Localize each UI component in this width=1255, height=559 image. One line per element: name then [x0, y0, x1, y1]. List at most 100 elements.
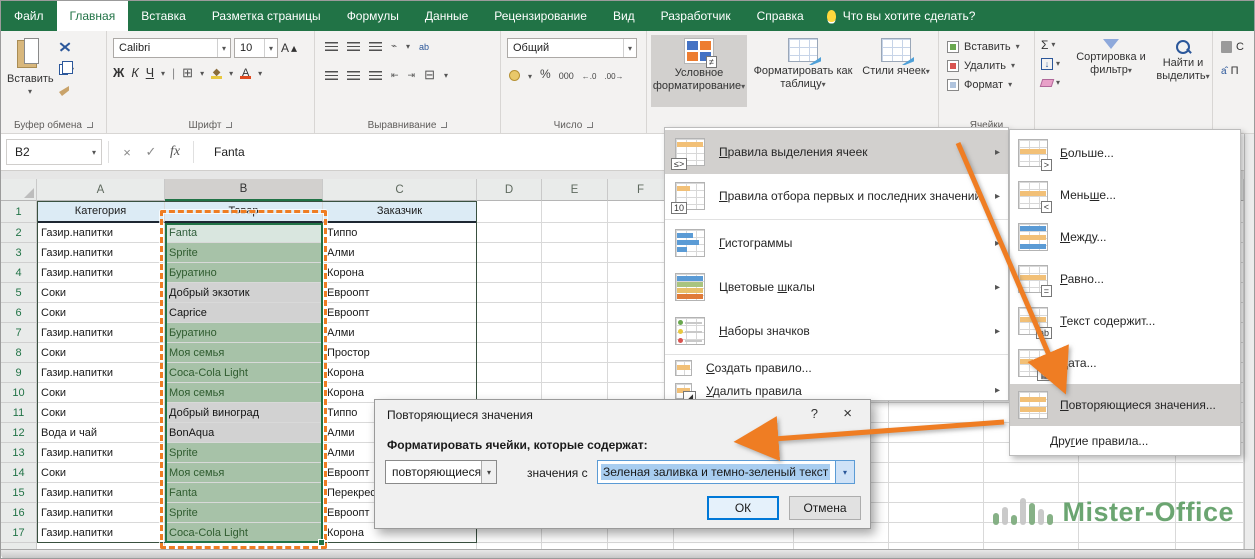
cell-C8[interactable]: Простор [323, 343, 477, 363]
tab-Разметка страницы[interactable]: Разметка страницы [199, 1, 334, 31]
row-header-17[interactable]: 17 [1, 523, 37, 543]
submenu-item[interactable]: Повторяющиеся значения... [1010, 384, 1240, 426]
cell[interactable] [477, 363, 542, 383]
cell[interactable] [889, 503, 984, 523]
enter-entry-button[interactable]: ✓ [139, 144, 163, 160]
cell[interactable] [889, 483, 984, 503]
submenu-item[interactable]: Другие правила... [1010, 426, 1240, 455]
cell[interactable] [477, 263, 542, 283]
cell-B12[interactable]: BonAqua [165, 423, 323, 443]
row-header-12[interactable]: 12 [1, 423, 37, 443]
submenu-item[interactable]: >Больше... [1010, 132, 1240, 174]
cell-A3[interactable]: Газир.напитки [37, 243, 165, 263]
cell-B13[interactable]: Sprite [165, 443, 323, 463]
autosum-button[interactable]: Σ▾ [1041, 37, 1060, 52]
column-header-A[interactable]: A [37, 179, 165, 201]
tab-Данные[interactable]: Данные [412, 1, 481, 31]
font-size-combo[interactable]: 10▾ [234, 38, 278, 58]
submenu-item[interactable]: ▦Дата... [1010, 342, 1240, 384]
cell-header-3[interactable]: Заказчик [323, 201, 477, 223]
cell-A14[interactable]: Соки [37, 463, 165, 483]
accounting-format-icon[interactable] [509, 70, 520, 81]
cancel-entry-button[interactable]: × [115, 145, 139, 160]
submenu-item[interactable]: =Равно... [1010, 258, 1240, 300]
dialog-launcher-icon[interactable] [441, 122, 447, 128]
cell-B17[interactable]: Coca-Cola Light [165, 523, 323, 543]
tab-Справка[interactable]: Справка [744, 1, 817, 31]
format-style-dropdown[interactable]: Зеленая заливка и темно-зеленый текст▾ [597, 460, 855, 484]
cell[interactable] [1079, 463, 1176, 483]
row-header-5[interactable]: 5 [1, 283, 37, 303]
fill-button[interactable]: ↓▾ [1041, 56, 1060, 71]
row-header-7[interactable]: 7 [1, 323, 37, 343]
cell[interactable] [889, 443, 984, 463]
cell-A13[interactable]: Газир.напитки [37, 443, 165, 463]
cell-A10[interactable]: Соки [37, 383, 165, 403]
cell-header-1[interactable]: Категория [37, 201, 165, 223]
increase-indent-icon[interactable]: ⇥ [408, 70, 416, 81]
find-select-button[interactable]: Найти и выделить▾ [1147, 39, 1219, 83]
cell-header-2[interactable]: Товар [165, 201, 323, 223]
align-left-icon[interactable] [325, 71, 338, 80]
rule-type-dropdown[interactable]: повторяющиеся▾ [385, 460, 497, 484]
tab-Рецензирование[interactable]: Рецензирование [481, 1, 600, 31]
cell-C7[interactable]: Алми [323, 323, 477, 343]
cell-C3[interactable]: Алми [323, 243, 477, 263]
tab-Вид[interactable]: Вид [600, 1, 648, 31]
cell-B5[interactable]: Добрый экзотик [165, 283, 323, 303]
cell-header-4[interactable] [477, 201, 542, 223]
cell[interactable] [889, 403, 984, 423]
column-header-E[interactable]: E [542, 179, 608, 201]
underline-button[interactable]: Ч [146, 66, 154, 80]
close-button[interactable]: × [843, 405, 852, 422]
cell[interactable] [477, 243, 542, 263]
cell[interactable] [477, 323, 542, 343]
ok-button[interactable]: ОК [707, 496, 779, 520]
cell-B2[interactable]: Fanta [165, 223, 323, 243]
decrease-indent-icon[interactable]: ⇤ [391, 70, 399, 81]
menu-item[interactable]: Наборы значков▸ [665, 309, 1008, 353]
cell-C4[interactable]: Корона [323, 263, 477, 283]
cell-C5[interactable]: Евроопт [323, 283, 477, 303]
row-header-4[interactable]: 4 [1, 263, 37, 283]
submenu-item[interactable]: abТекст содержит... [1010, 300, 1240, 342]
row-header-13[interactable]: 13 [1, 443, 37, 463]
percent-style-button[interactable]: % [540, 67, 551, 81]
format-cells-button[interactable]: Формат▾ [939, 75, 1034, 94]
column-header-C[interactable]: C [323, 179, 477, 201]
cell[interactable] [542, 223, 608, 243]
cell[interactable] [477, 303, 542, 323]
cell-header-5[interactable] [542, 201, 608, 223]
dialog-launcher-icon[interactable] [226, 122, 232, 128]
align-center-icon[interactable] [347, 71, 360, 80]
sort-filter-button[interactable]: Сортировка и фильтр▾ [1075, 39, 1147, 77]
clear-button[interactable]: ▾ [1041, 75, 1060, 90]
row-header-2[interactable]: 2 [1, 223, 37, 243]
cancel-button[interactable]: Отмена [789, 496, 861, 520]
submenu-item[interactable]: Между... [1010, 216, 1240, 258]
borders-button[interactable]: ⊞ [182, 65, 193, 81]
dialog-launcher-icon[interactable] [587, 122, 593, 128]
comma-style-button[interactable]: 000 [559, 71, 574, 81]
wrap-text-button[interactable]: ab [419, 42, 429, 52]
select-all-corner[interactable] [1, 179, 37, 201]
align-middle-icon[interactable] [347, 42, 360, 51]
cell-A11[interactable]: Соки [37, 403, 165, 423]
orientation-button[interactable]: ⌁ [391, 41, 397, 52]
insert-cells-button[interactable]: Вставить▾ [939, 37, 1034, 56]
delete-cells-button[interactable]: Удалить▾ [939, 56, 1034, 75]
font-name-combo[interactable]: Calibri▾ [113, 38, 231, 58]
cell-A8[interactable]: Соки [37, 343, 165, 363]
name-box[interactable]: B2▾ [6, 139, 102, 165]
menu-item[interactable]: ≤>Правила выделения ячеек▸ [665, 130, 1008, 174]
cell-B7[interactable]: Буратино [165, 323, 323, 343]
cell-B9[interactable]: Coca-Cola Light [165, 363, 323, 383]
cell-C2[interactable]: Типпо [323, 223, 477, 243]
row-header-9[interactable]: 9 [1, 363, 37, 383]
cell-A12[interactable]: Вода и чай [37, 423, 165, 443]
cell[interactable] [542, 363, 608, 383]
dialog-launcher-icon[interactable] [87, 122, 93, 128]
row-header-8[interactable]: 8 [1, 343, 37, 363]
cell[interactable] [889, 463, 984, 483]
format-as-table-button[interactable]: Форматировать как таблицу▾ [751, 35, 855, 107]
